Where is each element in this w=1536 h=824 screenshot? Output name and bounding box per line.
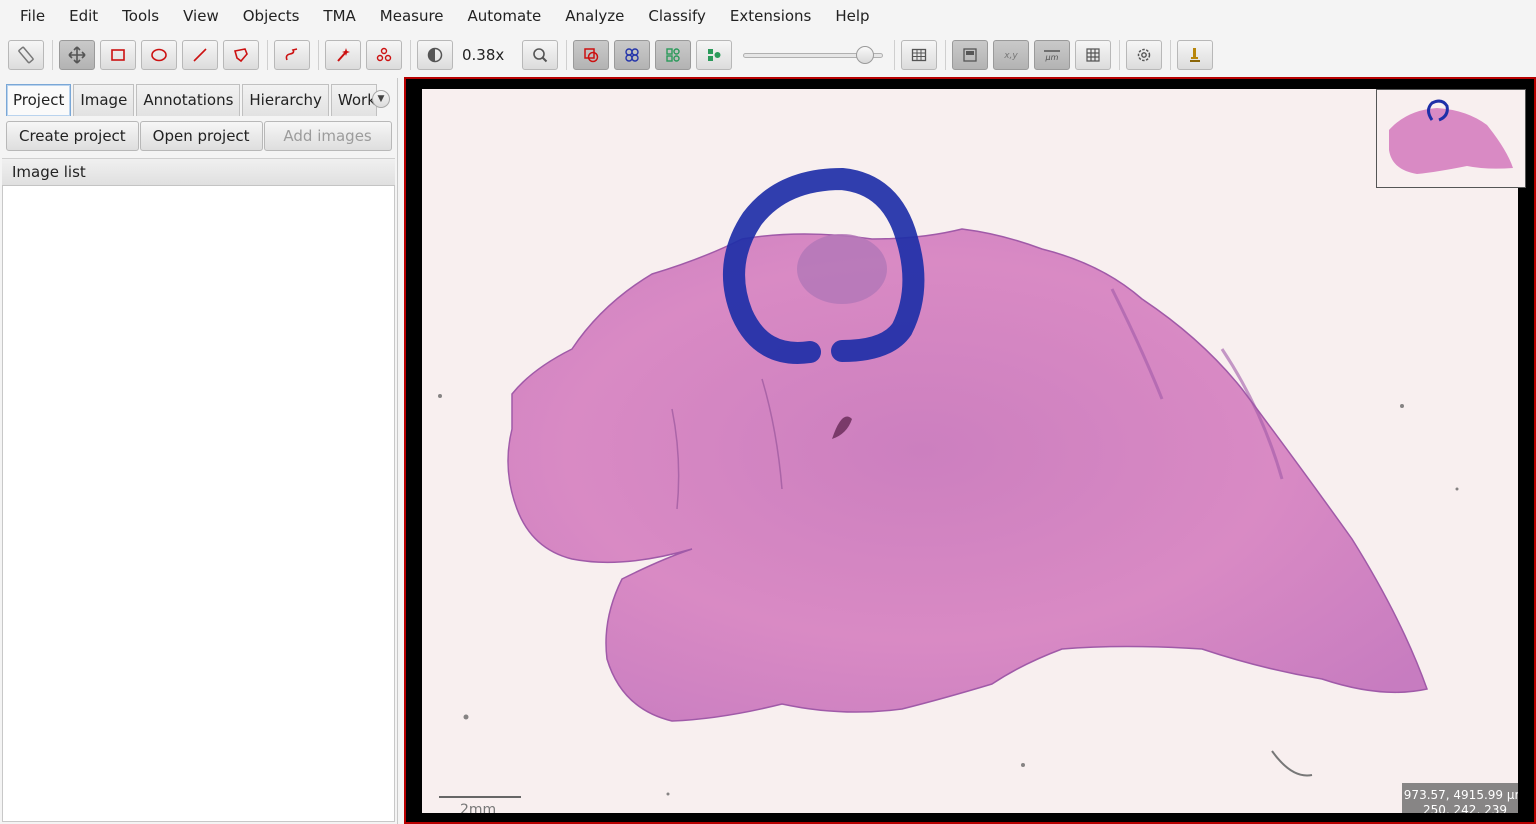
coords-rgb: 250, 242, 239	[1423, 803, 1507, 813]
svg-text:x,y: x,y	[1003, 51, 1018, 61]
show-tma-grid-icon	[625, 47, 639, 62]
show-annotations-button[interactable]	[573, 39, 609, 70]
menu-analyze[interactable]: Analyze	[553, 0, 636, 33]
show-annotations-icon	[584, 47, 599, 62]
create-project-button[interactable]: Create project	[6, 121, 139, 151]
toolbar-separator	[1170, 39, 1171, 70]
show-tma-grid-button[interactable]	[614, 39, 650, 70]
coords-position: 973.57, 4915.99 µm	[1403, 788, 1518, 802]
tab-image[interactable]: Image	[73, 84, 135, 116]
move-tool-button[interactable]	[59, 39, 95, 70]
toolbar-separator	[267, 39, 268, 70]
zoom-level: 0.38x	[462, 45, 505, 64]
cursor-location-icon: x,y	[1003, 51, 1018, 61]
counting-grid-icon	[1086, 47, 1100, 62]
overview-tissue	[1389, 99, 1513, 174]
image-list-header[interactable]: Image list	[2, 158, 395, 186]
menu-automate[interactable]: Automate	[456, 0, 554, 33]
preferences-button[interactable]	[1126, 39, 1162, 70]
image-list[interactable]	[2, 186, 395, 822]
menu-view[interactable]: View	[171, 0, 231, 33]
tab-hierarchy[interactable]: Hierarchy	[242, 84, 329, 116]
add-images-button: Add images	[263, 121, 392, 151]
toolbar-separator	[566, 39, 567, 70]
show-detections-icon	[666, 47, 680, 62]
overview-button[interactable]	[952, 39, 988, 70]
menu-file[interactable]: File	[8, 0, 57, 33]
move-icon	[68, 45, 86, 64]
line-tool-button[interactable]	[182, 39, 218, 70]
polyline-icon	[285, 47, 298, 60]
show-detections-button[interactable]	[655, 39, 691, 70]
brightness-contrast-icon	[427, 47, 443, 62]
wand-tool-button[interactable]	[325, 39, 361, 70]
overview-thumbnail[interactable]	[1376, 89, 1526, 188]
menu-tools[interactable]: Tools	[110, 0, 171, 33]
toolbar-separator	[894, 39, 895, 70]
open-project-button[interactable]: Open project	[139, 121, 263, 151]
brush-icon	[376, 47, 392, 61]
ellipse-icon	[151, 48, 167, 61]
menu-measure[interactable]: Measure	[368, 0, 456, 33]
scalebar-icon: µm	[1044, 49, 1060, 62]
measurement-table-button[interactable]	[901, 39, 937, 70]
rectangle-icon	[111, 48, 125, 61]
tissue-section	[438, 167, 1459, 796]
image-viewer[interactable]: 2mm 973.57, 4915.99 µm 250, 242, 239	[404, 77, 1536, 824]
cursor-location-button[interactable]: x,y	[993, 39, 1029, 70]
menu-classify[interactable]: Classify	[636, 0, 718, 33]
toolbar-separator	[52, 39, 53, 70]
brightness-contrast-button[interactable]	[417, 39, 453, 70]
polyline-tool-button[interactable]	[274, 39, 310, 70]
menu-objects[interactable]: Objects	[231, 0, 312, 33]
log-icon	[1190, 47, 1200, 62]
menu-help[interactable]: Help	[823, 0, 881, 33]
toolbar: 0.38x x,y µm	[0, 33, 1536, 76]
slide-image[interactable]: 2mm 973.57, 4915.99 µm 250, 242, 239	[422, 89, 1518, 813]
brush-tool-button[interactable]	[366, 39, 402, 70]
scalebar	[439, 796, 521, 798]
counting-grid-button[interactable]	[1075, 39, 1111, 70]
cursor-coordinates: 973.57, 4915.99 µm 250, 242, 239	[1402, 783, 1518, 813]
zoom-to-fit-button[interactable]	[522, 39, 558, 70]
slider-thumb[interactable]	[856, 45, 875, 64]
toolbar-separator	[945, 39, 946, 70]
chevron-down-icon: ▼	[377, 94, 385, 104]
wand-icon	[337, 47, 350, 62]
measure-tool-button[interactable]	[8, 39, 44, 70]
log-button[interactable]	[1177, 39, 1213, 70]
polygon-tool-button[interactable]	[223, 39, 259, 70]
fill-detections-icon	[708, 48, 721, 61]
menu-extensions[interactable]: Extensions	[718, 0, 823, 33]
toolbar-separator	[1119, 39, 1120, 70]
overview-icon	[963, 47, 977, 62]
tab-overflow-button[interactable]: ▼	[372, 90, 390, 108]
scalebar-button[interactable]: µm	[1034, 39, 1070, 70]
tab-bar: Project Image Annotations Hierarchy Work	[6, 84, 379, 116]
toolbar-separator	[410, 39, 411, 70]
tab-annotations[interactable]: Annotations	[136, 84, 241, 116]
left-panel: Project Image Annotations Hierarchy Work…	[0, 78, 398, 824]
preferences-icon	[1137, 48, 1151, 61]
line-icon	[193, 47, 207, 62]
ruler-icon	[18, 46, 34, 63]
rectangle-tool-button[interactable]	[100, 39, 136, 70]
menu-edit[interactable]: Edit	[57, 0, 110, 33]
polygon-icon	[233, 47, 248, 62]
tab-project[interactable]: Project	[6, 84, 72, 116]
scalebar-label: 2mm	[460, 802, 497, 813]
svg-text:µm: µm	[1045, 53, 1059, 62]
ellipse-tool-button[interactable]	[141, 39, 177, 70]
toolbar-separator	[318, 39, 319, 70]
measurement-table-icon	[911, 48, 927, 61]
menu-bar: File Edit Tools View Objects TMA Measure…	[0, 0, 1536, 33]
menu-tma[interactable]: TMA	[311, 0, 367, 33]
opacity-slider[interactable]	[743, 40, 883, 70]
project-buttons: Create project Open project Add images	[6, 121, 393, 151]
tab-workflow[interactable]: Work	[330, 84, 377, 116]
fill-detections-button[interactable]	[696, 39, 732, 70]
zoom-to-fit-icon	[533, 47, 548, 62]
